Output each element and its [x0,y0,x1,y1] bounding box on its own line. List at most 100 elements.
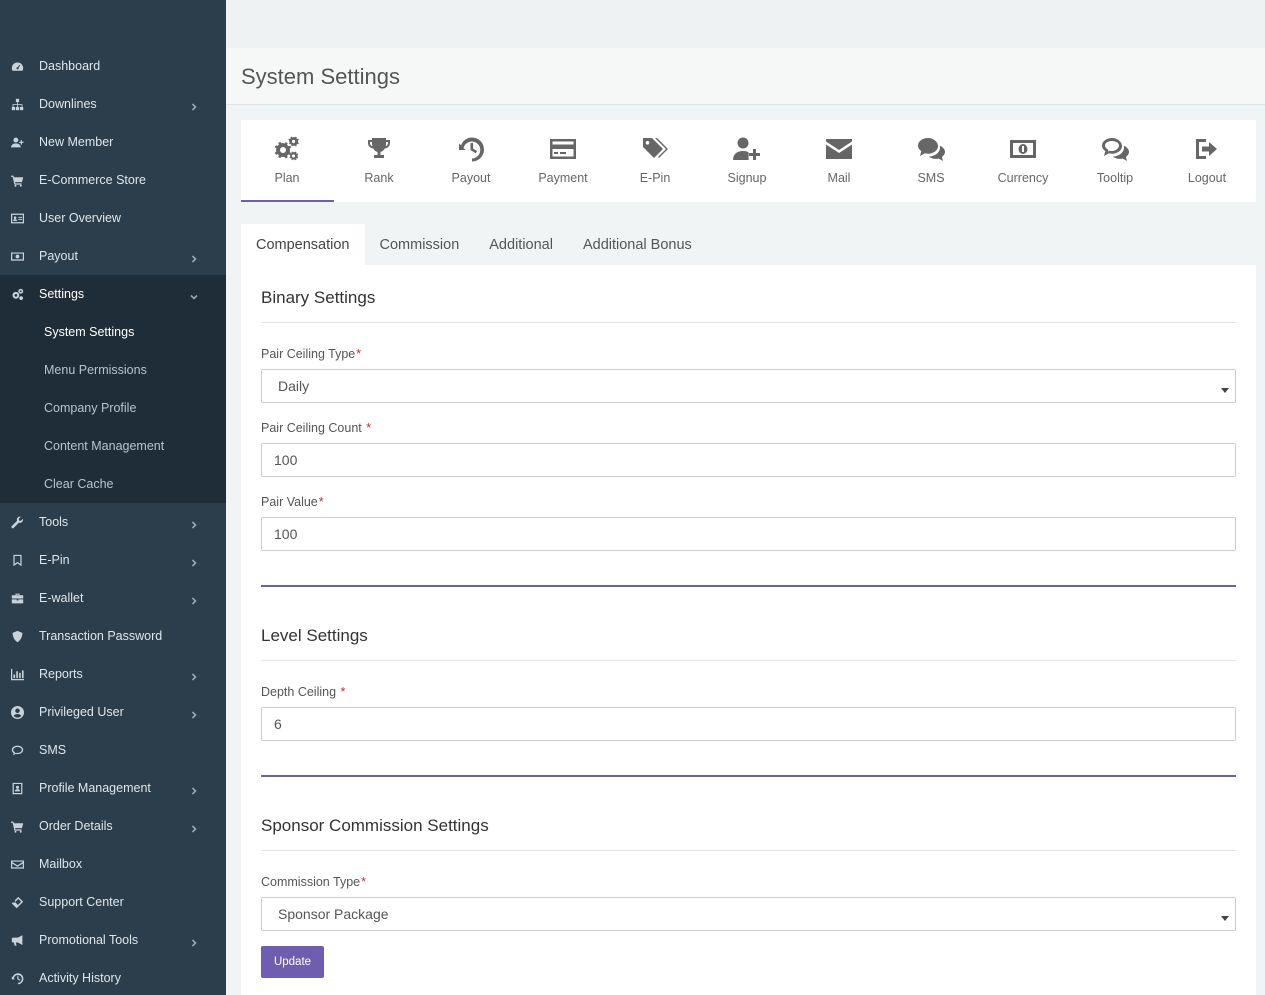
iconbar-item-payout[interactable]: Payout [425,120,517,202]
iconbar-item-logout[interactable]: Logout [1161,120,1253,202]
commission-type-label: Commission Type* [261,875,366,889]
bookmark-icon [10,553,24,567]
required-mark: * [340,685,346,699]
sidebar-item-order-details[interactable]: Order Details [0,807,226,845]
sidebar-item-activity-history[interactable]: Activity History [0,959,226,995]
pair-ceiling-type-select[interactable]: Daily [261,369,1236,403]
sidebar-item-sms[interactable]: SMS [0,731,226,769]
sidebar-item-label: E-wallet [39,591,84,605]
user-circle-icon [10,705,24,719]
iconbar-item-signup[interactable]: Signup [701,120,793,202]
iconbar-item-currency[interactable]: Currency [977,120,1069,202]
iconbar-item-rank[interactable]: Rank [333,120,425,202]
sidebar-item-user-overview[interactable]: User Overview [0,199,226,237]
sidebar-item-label: Profile Management [39,781,151,795]
sidebar-item-mailbox[interactable]: Mailbox [0,845,226,883]
input-value: 100 [274,526,298,542]
settings-submenu: System Settings Menu Permissions Company… [0,313,226,503]
tab-compensation[interactable]: Compensation [241,224,365,265]
submenu-item-content-management[interactable]: Content Management [0,427,226,465]
depth-ceiling-input[interactable]: 6 [261,707,1236,741]
sidebar-item-payout[interactable]: Payout [0,237,226,275]
settings-icon-bar: Plan Rank Payout Payment E-Pin Signup Ma… [241,120,1256,202]
comments-outline-icon [1102,138,1129,161]
sidebar-item-label: New Member [39,135,114,149]
pair-ceiling-count-label: Pair Ceiling Count * [261,421,371,435]
sidebar-item-tools[interactable]: Tools [0,503,226,541]
sidebar-item-settings[interactable]: Settings [0,275,226,313]
iconbar-item-mail[interactable]: Mail [793,120,885,202]
chevron-right-icon [190,707,200,719]
chevron-right-icon [190,821,200,833]
iconbar-label: Payment [538,171,588,185]
submenu-item-system-settings[interactable]: System Settings [0,313,226,351]
chevron-right-icon [190,517,200,529]
update-button[interactable]: Update [261,946,324,978]
cart-icon [10,173,24,187]
chevron-right-icon [190,935,200,947]
iconbar-label: Currency [997,171,1049,185]
iconbar-label: SMS [917,171,945,185]
label-text: Pair Value [261,495,318,509]
bar-chart-icon [10,667,24,681]
sidebar-item-reports[interactable]: Reports [0,655,226,693]
iconbar-item-sms[interactable]: SMS [885,120,977,202]
submenu-item-menu-permissions[interactable]: Menu Permissions [0,351,226,389]
caret-down-icon [1221,381,1229,393]
user-plus-icon [733,137,760,160]
profile-icon [10,781,24,795]
submenu-item-clear-cache[interactable]: Clear Cache [0,465,226,503]
sidebar-item-label: Transaction Password [39,629,163,643]
money-icon [10,249,24,263]
pair-value-label: Pair Value* [261,495,324,509]
iconbar-item-payment[interactable]: Payment [517,120,609,202]
iconbar-item-tooltip[interactable]: Tooltip [1069,120,1161,202]
trophy-icon [368,138,390,158]
gears-icon [274,136,299,161]
pair-value-input[interactable]: 100 [261,517,1236,551]
sidebar-item-new-member[interactable]: New Member [0,123,226,161]
required-mark: * [361,875,366,889]
sidebar-item-downlines[interactable]: Downlines [0,85,226,123]
iconbar-label: Mail [827,171,851,185]
tab-commission[interactable]: Commission [365,224,475,265]
commission-type-select[interactable]: Sponsor Package [261,897,1236,931]
page-header: System Settings [226,48,1265,105]
depth-ceiling-label: Depth Ceiling * [261,685,345,699]
sidebar-item-label: Mailbox [39,857,83,871]
input-value: 6 [274,716,282,732]
chevron-right-icon [190,99,200,111]
sidebar-item-dashboard[interactable]: Dashboard [0,47,226,85]
divider [261,660,1236,661]
sidebar-item-privileged-user[interactable]: Privileged User [0,693,226,731]
sidebar-item-e-wallet[interactable]: E-wallet [0,579,226,617]
user-plus-icon [10,135,24,149]
chevron-right-icon [190,669,200,681]
label-text: Depth Ceiling [261,685,340,699]
page-title: System Settings [241,64,400,89]
tab-additional-bonus[interactable]: Additional Bonus [568,224,707,265]
tab-additional[interactable]: Additional [474,224,568,265]
sidebar-item-ecommerce-store[interactable]: E-Commerce Store [0,161,226,199]
section-title-sponsor: Sponsor Commission Settings [261,816,489,835]
required-mark: * [318,495,324,509]
pair-ceiling-count-input[interactable]: 100 [261,443,1236,477]
sidebar-item-transaction-password[interactable]: Transaction Password [0,617,226,655]
section-separator [261,585,1236,587]
sidebar-item-label: Tools [39,515,69,529]
iconbar-label: Signup [727,171,767,185]
sidebar-item-e-pin[interactable]: E-Pin [0,541,226,579]
comments-icon [918,138,945,161]
sidebar-item-support-center[interactable]: Support Center [0,883,226,921]
iconbar-item-plan[interactable]: Plan [241,120,334,202]
sidebar-item-label: Promotional Tools [39,933,139,947]
iconbar-item-e-pin[interactable]: E-Pin [609,120,701,202]
history-icon [10,971,24,985]
select-value: Sponsor Package [278,906,389,922]
sidebar-item-profile-management[interactable]: Profile Management [0,769,226,807]
sidebar-item-promotional-tools[interactable]: Promotional Tools [0,921,226,959]
pair-ceiling-type-label: Pair Ceiling Type* [261,347,361,361]
sidebar-item-label: E-Commerce Store [39,173,146,187]
chevron-right-icon [190,593,200,605]
submenu-item-company-profile[interactable]: Company Profile [0,389,226,427]
